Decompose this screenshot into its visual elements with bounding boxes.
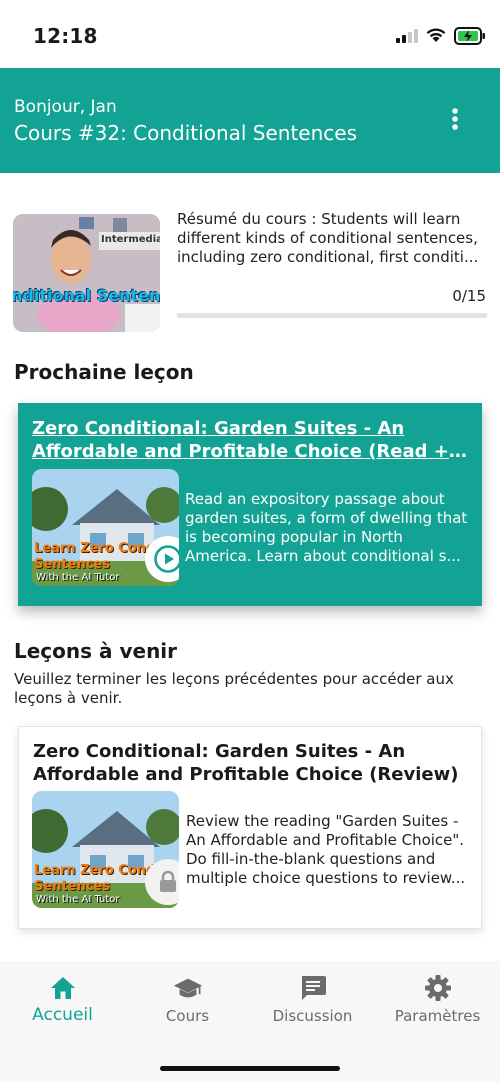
next-lesson-heading: Prochaine leçon xyxy=(14,360,194,384)
nav-courses[interactable]: Cours xyxy=(125,961,250,1041)
chat-icon xyxy=(298,973,328,1003)
nav-courses-label: Cours xyxy=(165,1007,210,1025)
thumbnail-title-line2: Sentences xyxy=(34,557,110,572)
thumbnail-title-line1: Learn Zero Condi xyxy=(34,541,160,556)
nav-settings[interactable]: Paramètres xyxy=(375,961,500,1041)
bottom-navigation: Accueil Cours Discussion Paramètres xyxy=(0,961,500,1082)
next-lesson-card[interactable]: Zero Conditional: Garden Suites - An Aff… xyxy=(18,403,482,606)
progress-count: 0/15 xyxy=(452,287,486,305)
home-icon xyxy=(48,973,78,1003)
greeting-text: Bonjour, Jan xyxy=(14,97,117,117)
nav-discussion[interactable]: Discussion xyxy=(250,961,375,1041)
nav-settings-label: Paramètres xyxy=(394,1007,481,1025)
wifi-icon xyxy=(426,28,446,42)
more-options-button[interactable] xyxy=(440,104,470,134)
course-summary: Résumé du cours : Students will learn di… xyxy=(177,210,479,266)
next-lesson-description: Read an expository passage about garden … xyxy=(185,490,468,565)
play-circle-icon xyxy=(154,545,179,573)
upcoming-lesson-description: Review the reading "Garden Suites - An A… xyxy=(186,812,466,887)
more-vertical-icon xyxy=(452,108,458,130)
status-bar: 12:18 xyxy=(0,0,500,68)
course-thumbnail[interactable]: Intermediate C nditional Sentenc xyxy=(13,214,160,332)
next-lesson-title-line1: Zero Conditional: Garden Suites - An xyxy=(32,418,405,439)
course-thumbnail-image xyxy=(13,214,160,332)
upcoming-lesson-thumbnail: Learn Zero Condi Sentences With the AI T… xyxy=(32,791,179,908)
home-indicator xyxy=(160,1066,340,1071)
upcoming-lesson-card[interactable]: Zero Conditional: Garden Suites - An Aff… xyxy=(18,726,482,929)
course-title: Cours #32: Conditional Sentences xyxy=(14,121,358,145)
thumbnail-caption-top: Intermediate C xyxy=(101,234,160,245)
battery-charging-icon xyxy=(454,27,485,45)
thumbnail-title-line1: Learn Zero Condi xyxy=(34,863,160,878)
nav-home[interactable]: Accueil xyxy=(0,961,125,1041)
app-header: Bonjour, Jan Cours #32: Conditional Sent… xyxy=(0,68,500,173)
thumbnail-title-line2: Sentences xyxy=(34,879,110,894)
graduation-cap-icon xyxy=(173,973,203,1003)
next-lesson-title-line2: Affordable and Profitable Choice (Read +… xyxy=(32,441,468,462)
upcoming-lessons-heading: Leçons à venir xyxy=(14,639,178,663)
course-progress-bar xyxy=(177,313,487,318)
thumbnail-subtitle: With the AI Tutor xyxy=(36,894,120,905)
next-lesson-thumbnail[interactable]: Learn Zero Condi Sentences With the AI T… xyxy=(32,469,179,586)
signal-icon xyxy=(396,29,418,43)
nav-discussion-label: Discussion xyxy=(272,1007,353,1025)
upcoming-lesson-title: Zero Conditional: Garden Suites - An Aff… xyxy=(33,741,459,785)
next-lesson-title[interactable]: Zero Conditional: Garden Suites - An Aff… xyxy=(32,417,468,463)
lock-icon xyxy=(160,870,176,892)
status-time: 12:18 xyxy=(33,24,98,48)
thumbnail-caption-bottom: nditional Sentenc xyxy=(13,286,160,305)
thumbnail-subtitle: With the AI Tutor xyxy=(36,572,120,583)
upcoming-lessons-note: Veuillez terminer les leçons précédentes… xyxy=(14,670,454,707)
nav-home-label: Accueil xyxy=(32,1005,93,1025)
gear-icon xyxy=(423,973,453,1003)
